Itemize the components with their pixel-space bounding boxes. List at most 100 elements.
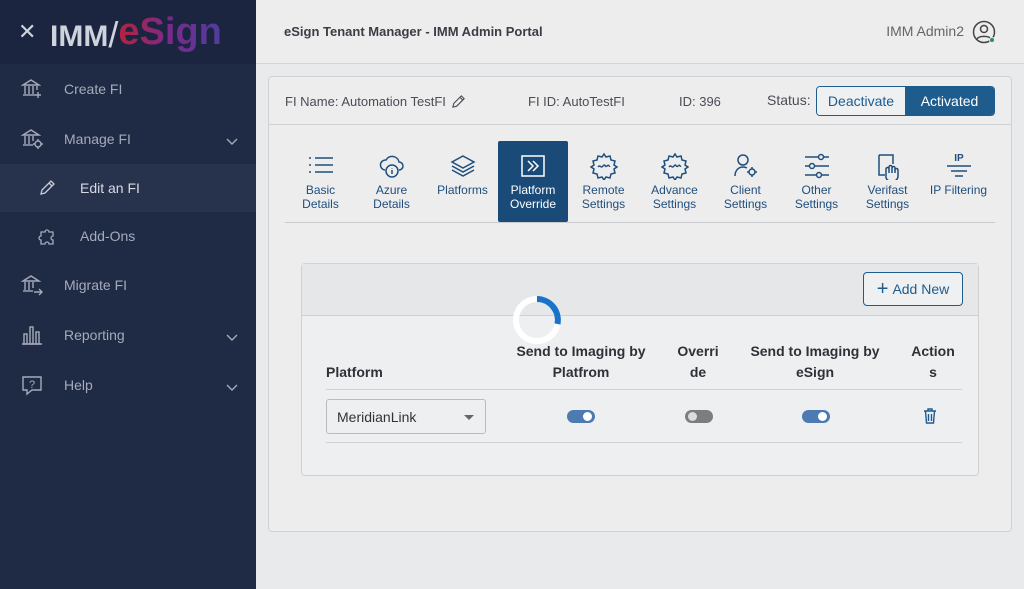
tab-other-settings[interactable]: Other Settings [781,141,852,222]
column-label: Action [911,343,955,359]
list-icon [307,151,335,181]
tab-label: Settings [723,197,768,211]
close-icon[interactable]: ✕ [18,19,40,45]
signature-gear-icon [589,151,618,181]
column-label: Platform [326,364,383,380]
loading-spinner [511,294,563,346]
platform-override-panel: + Add New Platform Send to Imaging by Pl… [301,263,979,476]
layers-icon [449,151,476,181]
sidebar-header: ✕ IMM / eSign [0,0,256,64]
edit-pencil-icon[interactable] [451,94,466,109]
sidebar-item-label: Reporting [64,327,125,343]
brand-prefix: IMM [50,19,109,53]
svg-text:?: ? [29,379,35,391]
sidebar-item-label: Manage FI [64,131,131,147]
tab-label: Remote [582,183,625,197]
fi-numeric-id: ID: 396 [679,94,721,109]
trash-icon[interactable] [923,408,937,429]
puzzle-icon [38,226,58,246]
signature-gear-icon [660,151,689,181]
tab-verifast-settings[interactable]: Verifast Settings [852,141,923,222]
tab-label: Azure [375,183,408,197]
tab-label: Basic [305,183,336,197]
add-new-button[interactable]: + Add New [863,272,963,306]
sidebar-item-manage-fi[interactable]: Manage FI [0,114,256,164]
user-name[interactable]: IMM Admin2 [886,23,964,39]
sidebar-item-label: Add-Ons [80,228,136,244]
sidebar-item-add-ons[interactable]: Add-Ons [0,212,256,260]
sidebar: ✕ IMM / eSign Create FI Manage FI Edit a… [0,0,256,589]
tab-label: Settings [865,197,910,211]
tab-platform-override[interactable]: Platform Override [498,141,568,222]
tab-remote-settings[interactable]: Remote Settings [568,141,639,222]
tab-label: Details [302,197,339,211]
column-label: eSign [795,364,835,380]
status-toggle: Deactivate Activated [816,86,995,116]
sidebar-item-label: Edit an FI [80,180,140,196]
tab-client-settings[interactable]: Client Settings [710,141,781,222]
tab-platforms[interactable]: Platforms [427,141,498,222]
tab-label: Verifast [867,183,908,197]
sidebar-item-create-fi[interactable]: Create FI [0,64,256,114]
platform-select-value: MeridianLink [337,408,417,425]
fi-id: FI ID: AutoTestFI [528,94,625,109]
chevron-down-icon [226,379,238,395]
tab-label: Client [730,183,761,197]
user-gear-icon [732,151,760,181]
bank-gear-icon [20,127,44,151]
brand-name: eSign [118,10,222,53]
column-override: Overri de [676,341,720,383]
platform-select[interactable]: MeridianLink [326,399,486,434]
tab-label: Advance [651,183,698,197]
table-header: Platform Send to Imaging by Platfrom Ove… [326,341,962,390]
settings-tabs: Basic Details Azure Details Platforms Pl… [285,141,995,223]
column-label: de [689,364,707,380]
tab-ip-filtering[interactable]: IP IP Filtering [923,141,994,222]
table-row: MeridianLink [326,390,962,443]
fi-name-text: FI Name: Automation TestFI [285,94,446,109]
column-label: Send to Imaging by [750,343,880,359]
sidebar-item-help[interactable]: ? Help [0,360,256,410]
page-title: eSign Tenant Manager - IMM Admin Portal [284,24,543,39]
column-send-by-platform: Send to Imaging by Platfrom [512,341,650,383]
tab-label: Platforms [437,183,488,197]
user-avatar-icon[interactable] [972,20,996,44]
deactivate-button[interactable]: Deactivate [817,87,905,115]
sidebar-item-edit-fi[interactable]: Edit an FI [0,164,256,212]
sidebar-item-label: Create FI [64,81,123,97]
override-icon [520,151,546,181]
svg-text:IP: IP [954,153,964,164]
activated-button[interactable]: Activated [905,87,994,115]
add-new-label: Add New [892,281,950,297]
sidebar-item-label: Migrate FI [64,277,128,293]
cloud-info-icon [378,151,406,181]
tab-label: Override [509,197,556,211]
send-by-esign-toggle[interactable] [802,410,830,423]
tab-azure-details[interactable]: Azure Details [356,141,427,222]
tab-label: Settings [581,197,626,211]
tab-label: IP Filtering [929,183,988,197]
tab-label: Details [373,197,410,211]
tab-label: Settings [652,197,697,211]
column-send-by-esign: Send to Imaging by eSign [746,341,884,383]
pencil-icon [38,178,58,198]
column-label: Platfrom [552,364,610,380]
bank-arrow-icon [20,273,44,297]
sidebar-item-label: Help [64,377,93,393]
brand-logo: IMM / eSign [50,10,222,55]
sidebar-item-migrate-fi[interactable]: Migrate FI [0,260,256,310]
override-toggle[interactable] [685,410,713,423]
column-actions: Action s [908,341,958,383]
ip-filter-icon: IP [945,151,973,181]
tab-advance-settings[interactable]: Advance Settings [639,141,710,222]
bank-plus-icon [20,77,44,101]
tab-label: Settings [794,197,839,211]
send-by-platform-toggle[interactable] [567,410,595,423]
tab-basic-details[interactable]: Basic Details [285,141,356,222]
sidebar-item-reporting[interactable]: Reporting [0,310,256,360]
hand-document-icon [874,151,902,181]
column-platform: Platform [326,362,383,383]
fi-name: FI Name: Automation TestFI [285,94,466,109]
top-bar: eSign Tenant Manager - IMM Admin Portal … [256,0,1024,64]
status-label: Status: [767,92,811,108]
